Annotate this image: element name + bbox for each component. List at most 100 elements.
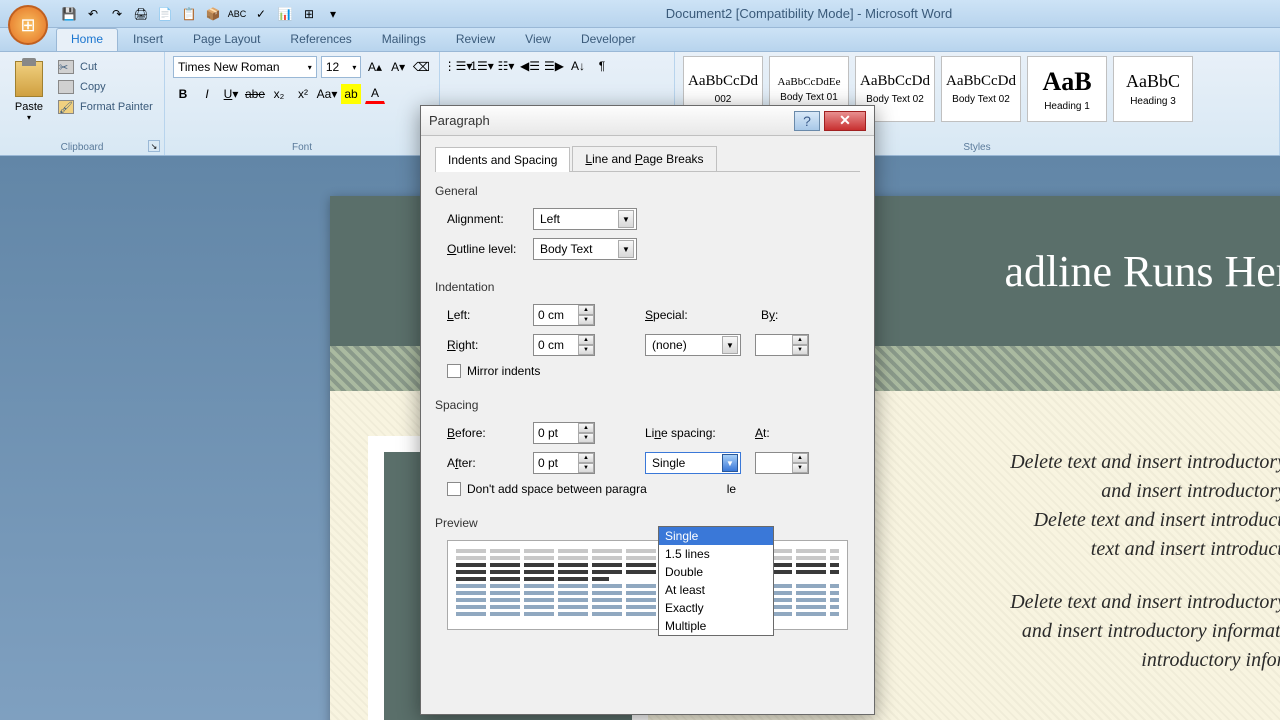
bullets-button[interactable]: ⋮☰▾ [448, 56, 468, 76]
chevron-down-icon[interactable]: ▼ [618, 240, 634, 258]
line-spacing-dropdown: Single 1.5 lines Double At least Exactly… [658, 526, 774, 636]
qat-btn-7[interactable]: 📦 [204, 5, 222, 23]
tab-mailings[interactable]: Mailings [367, 28, 441, 51]
style-item[interactable]: AaBbCHeading 3 [1113, 56, 1193, 122]
tab-home[interactable]: Home [56, 28, 118, 51]
paste-button[interactable]: Paste ▾ [8, 56, 50, 126]
bold-button[interactable]: B [173, 84, 193, 104]
mirror-indents-checkbox[interactable] [447, 364, 461, 378]
numbering-button[interactable]: 1☰▾ [472, 56, 492, 76]
spin-down-icon[interactable]: ▼ [578, 315, 594, 325]
qat-btn-9[interactable]: ✓ [252, 5, 270, 23]
font-name-combo[interactable]: Times New Roman▾ [173, 56, 317, 78]
tab-line-page-breaks[interactable]: Line and Page Breaks [572, 146, 716, 171]
clipboard-label: Clipboard [0, 142, 164, 153]
qat-btn-11[interactable]: ⊞ [300, 5, 318, 23]
scissors-icon: ✂ [58, 60, 74, 74]
dropdown-item-double[interactable]: Double [659, 563, 773, 581]
by-spinner[interactable]: ▲▼ [755, 334, 809, 356]
copy-button[interactable]: Copy [58, 80, 153, 94]
grow-font-button[interactable]: A▴ [365, 57, 384, 77]
dropdown-item-at-least[interactable]: At least [659, 581, 773, 599]
qat-save-icon[interactable]: 💾 [60, 5, 78, 23]
clear-formatting-button[interactable]: ⌫ [412, 57, 431, 77]
qat-more-icon[interactable]: ▾ [324, 5, 342, 23]
spin-down-icon[interactable]: ▼ [792, 345, 808, 355]
dialog-help-button[interactable]: ? [794, 111, 820, 131]
dropdown-item-multiple[interactable]: Multiple [659, 617, 773, 635]
right-indent-spinner[interactable]: 0 cm▲▼ [533, 334, 595, 356]
tab-developer[interactable]: Developer [566, 28, 651, 51]
outline-combo[interactable]: Body Text▼ [533, 238, 637, 260]
spin-down-icon[interactable]: ▼ [578, 345, 594, 355]
after-spinner[interactable]: 0 pt▲▼ [533, 452, 595, 474]
spin-up-icon[interactable]: ▲ [792, 335, 808, 345]
cut-button[interactable]: ✂Cut [58, 60, 153, 74]
format-painter-button[interactable]: 🖌Format Painter [58, 100, 153, 114]
style-item[interactable]: AaBHeading 1 [1027, 56, 1107, 122]
special-combo[interactable]: (none)▼ [645, 334, 741, 356]
show-marks-button[interactable]: ¶ [592, 56, 612, 76]
spin-up-icon[interactable]: ▲ [578, 423, 594, 433]
spin-up-icon[interactable]: ▲ [578, 335, 594, 345]
dont-add-space-checkbox[interactable] [447, 482, 461, 496]
spin-up-icon[interactable]: ▲ [578, 453, 594, 463]
superscript-button[interactable]: x² [293, 84, 313, 104]
spin-up-icon[interactable]: ▲ [792, 453, 808, 463]
decrease-indent-button[interactable]: ◀☰ [520, 56, 540, 76]
alignment-combo[interactable]: Left▼ [533, 208, 637, 230]
dialog-close-button[interactable]: ✕ [824, 111, 866, 131]
qat-chart-icon[interactable]: 📊 [276, 5, 294, 23]
spin-down-icon[interactable]: ▼ [578, 463, 594, 473]
spin-down-icon[interactable]: ▼ [792, 463, 808, 473]
dropdown-item-single[interactable]: Single [659, 527, 773, 545]
tab-insert[interactable]: Insert [118, 28, 178, 51]
window-title: Document2 [Compatibility Mode] - Microso… [342, 6, 1276, 21]
title-bar: ⊞ 💾 ↶ ↷ 🖨 📄 📋 📦 ABC ✓ 📊 ⊞ ▾ Document2 [C… [0, 0, 1280, 28]
font-size-combo[interactable]: 12▾ [321, 56, 362, 78]
shrink-font-button[interactable]: A▾ [389, 57, 408, 77]
sort-button[interactable]: A↓ [568, 56, 588, 76]
qat-print-icon[interactable]: 🖨 [132, 5, 150, 23]
qat-undo-icon[interactable]: ↶ [84, 5, 102, 23]
spin-down-icon[interactable]: ▼ [578, 433, 594, 443]
before-label: Before: [447, 426, 533, 440]
office-button[interactable]: ⊞ [8, 5, 48, 45]
multilevel-button[interactable]: ☷▾ [496, 56, 516, 76]
clipboard-launcher[interactable]: ↘ [148, 140, 160, 152]
brush-icon: 🖌 [58, 100, 74, 114]
spin-up-icon[interactable]: ▲ [578, 305, 594, 315]
chevron-down-icon[interactable]: ▼ [722, 336, 738, 354]
tab-review[interactable]: Review [441, 28, 510, 51]
dialog-titlebar[interactable]: Paragraph ? ✕ [421, 106, 874, 136]
tab-view[interactable]: View [510, 28, 566, 51]
before-spinner[interactable]: 0 pt▲▼ [533, 422, 595, 444]
chevron-down-icon[interactable]: ▼ [722, 454, 738, 472]
highlight-button[interactable]: ab [341, 84, 361, 104]
preview-section: Preview [435, 516, 860, 530]
left-indent-spinner[interactable]: 0 cm▲▼ [533, 304, 595, 326]
at-spinner[interactable]: ▲▼ [755, 452, 809, 474]
qat-btn-6[interactable]: 📋 [180, 5, 198, 23]
dropdown-item-1-5[interactable]: 1.5 lines [659, 545, 773, 563]
after-label: After: [447, 456, 533, 470]
dropdown-item-exactly[interactable]: Exactly [659, 599, 773, 617]
underline-button[interactable]: U▾ [221, 84, 241, 104]
subscript-button[interactable]: x₂ [269, 84, 289, 104]
font-group: Times New Roman▾ 12▾ A▴ A▾ ⌫ B I U▾ abe … [165, 52, 440, 155]
tab-references[interactable]: References [275, 28, 366, 51]
qat-preview-icon[interactable]: 📄 [156, 5, 174, 23]
strike-button[interactable]: abe [245, 84, 265, 104]
qat-redo-icon[interactable]: ↷ [108, 5, 126, 23]
change-case-button[interactable]: Aa▾ [317, 84, 337, 104]
chevron-down-icon[interactable]: ▼ [618, 210, 634, 228]
italic-button[interactable]: I [197, 84, 217, 104]
font-color-button[interactable]: A [365, 84, 385, 104]
qat-spellcheck-icon[interactable]: ABC [228, 5, 246, 23]
tab-page-layout[interactable]: Page Layout [178, 28, 275, 51]
alignment-label: Alignment: [447, 212, 533, 226]
style-item[interactable]: AaBbCcDdBody Text 02 [941, 56, 1021, 122]
tab-indents-spacing[interactable]: Indents and Spacing [435, 147, 570, 172]
line-spacing-combo[interactable]: Single▼ [645, 452, 741, 474]
increase-indent-button[interactable]: ☰▶ [544, 56, 564, 76]
